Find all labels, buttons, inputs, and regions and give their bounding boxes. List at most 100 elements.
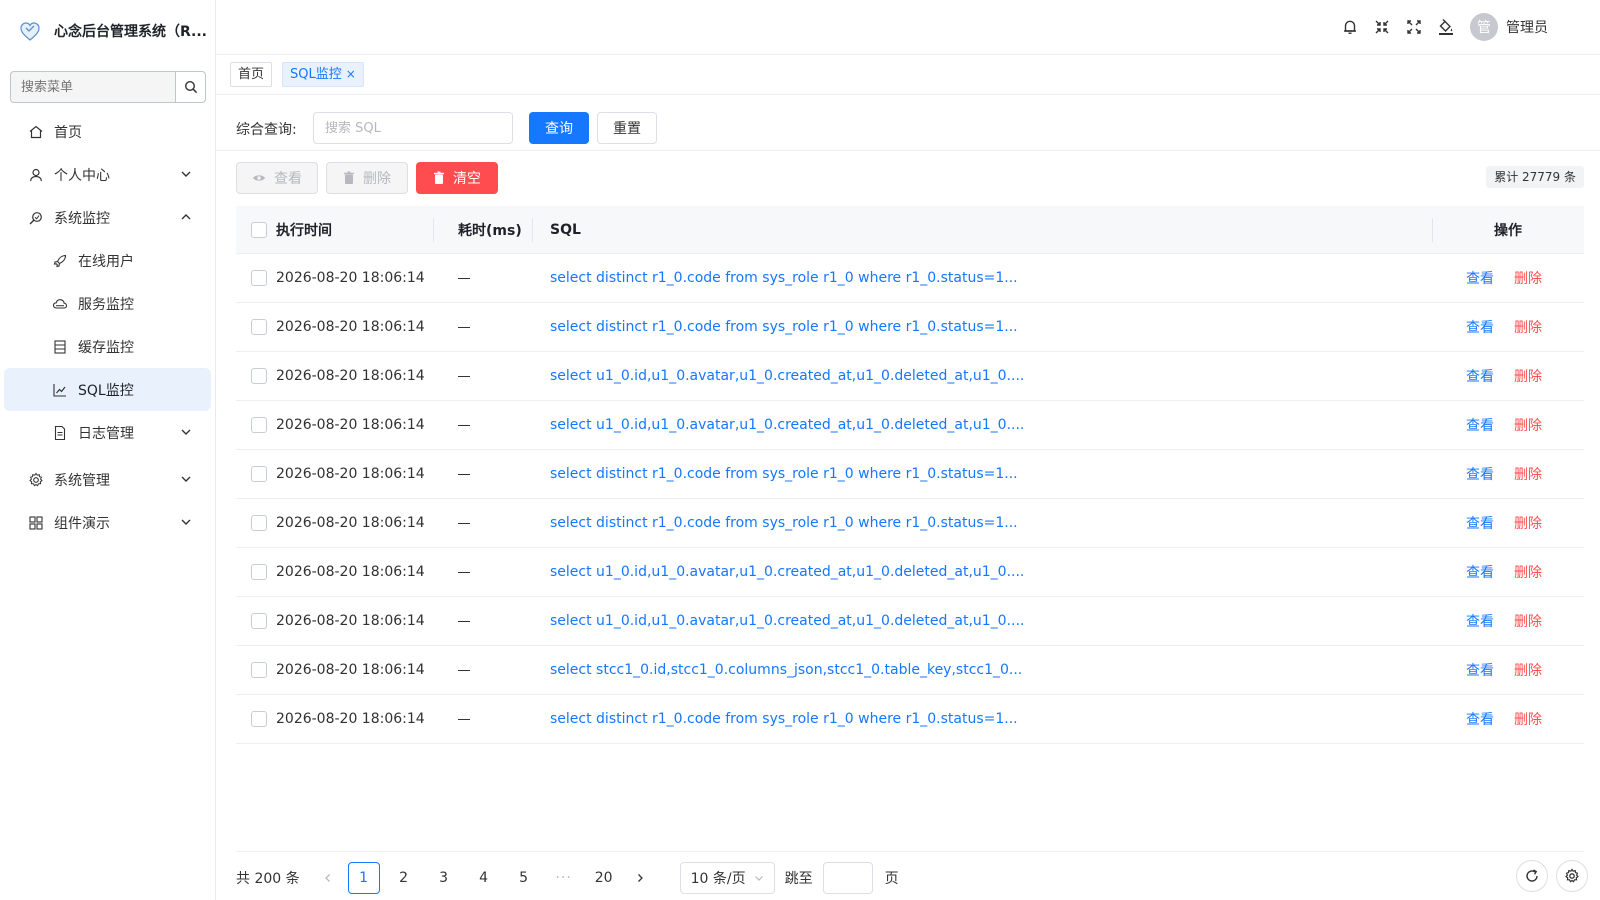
row-checkbox[interactable] [251, 662, 267, 678]
cell-sql-link[interactable]: select u1_0.id,u1_0.avatar,u1_0.created_… [540, 417, 1432, 433]
jump-page-input[interactable] [822, 862, 873, 894]
table-row[interactable]: 2026-08-20 18:06:14 select u1_0.id,u1_0.a… [236, 548, 1584, 597]
close-icon[interactable]: × [346, 67, 356, 81]
clear-button[interactable]: 清空 [416, 162, 498, 194]
sidebar-item-log-management[interactable]: 日志管理 [0, 411, 215, 454]
user-name[interactable]: 管理员 [1506, 17, 1548, 37]
view-link[interactable]: 查看 [1466, 663, 1494, 679]
cell-sql-link[interactable]: select u1_0.id,u1_0.avatar,u1_0.created_… [540, 613, 1432, 629]
cell-sql-link[interactable]: select distinct r1_0.code from sys_role … [540, 466, 1432, 482]
view-link[interactable]: 查看 [1466, 271, 1494, 287]
cell-time: 2026-08-20 18:06:14 [276, 515, 425, 531]
delete-link[interactable]: 删除 [1514, 516, 1542, 532]
table-row[interactable]: 2026-08-20 18:06:14 select u1_0.id,u1_0.a… [236, 401, 1584, 450]
view-link[interactable]: 查看 [1466, 712, 1494, 728]
refresh-button[interactable] [1516, 860, 1548, 892]
tab-sql-monitor[interactable]: SQL监控 × [282, 62, 364, 87]
sql-search-input[interactable] [313, 112, 513, 144]
theme-button[interactable] [1430, 13, 1462, 41]
cell-sql-link[interactable]: select distinct r1_0.code from sys_role … [540, 319, 1432, 335]
page-button[interactable]: 1 [347, 862, 380, 894]
gear-icon [1565, 868, 1579, 883]
view-link[interactable]: 查看 [1466, 418, 1494, 434]
cell-sql-link[interactable]: select distinct r1_0.code from sys_role … [540, 515, 1432, 531]
page-button[interactable]: 2 [388, 862, 420, 894]
page-size-select[interactable]: 10 条/页 [679, 862, 775, 894]
row-checkbox[interactable] [251, 515, 267, 531]
next-page-button[interactable] [624, 862, 656, 894]
column-header-cost[interactable]: 耗时(ms) [448, 220, 540, 240]
cell-actions: 查看 删除 [1432, 562, 1584, 582]
delete-link[interactable]: 删除 [1514, 369, 1542, 385]
cell-cost [448, 466, 540, 482]
page-button[interactable]: 4 [468, 862, 500, 894]
row-checkbox[interactable] [251, 613, 267, 629]
page-button[interactable]: 5 [508, 862, 540, 894]
fullscreen-button[interactable] [1366, 13, 1398, 41]
notification-button[interactable] [1334, 13, 1366, 41]
row-checkbox[interactable] [251, 270, 267, 286]
tab-home[interactable]: 首页 [230, 62, 273, 87]
sidebar-item-sql-monitor[interactable]: SQL监控 [4, 368, 211, 411]
search-button[interactable]: 查询 [529, 112, 589, 144]
row-checkbox[interactable] [251, 319, 267, 335]
sidebar-item-home[interactable]: 首页 [0, 110, 215, 153]
row-checkbox[interactable] [251, 368, 267, 384]
table-row[interactable]: 2026-08-20 18:06:14 select u1_0.id,u1_0.a… [236, 597, 1584, 646]
page-button[interactable]: 3 [428, 862, 460, 894]
prev-page-button[interactable] [312, 862, 344, 894]
cell-sql-link[interactable]: select distinct r1_0.code from sys_role … [540, 711, 1432, 727]
page-button[interactable]: 20 [588, 862, 620, 894]
row-checkbox[interactable] [251, 564, 267, 580]
cell-sql-link[interactable]: select distinct r1_0.code from sys_role … [540, 270, 1432, 286]
table-row[interactable]: 2026-08-20 18:06:14 select distinct r1_0.… [236, 450, 1584, 499]
row-checkbox[interactable] [251, 417, 267, 433]
sidebar-item-monitor[interactable]: 系统监控 [0, 196, 215, 239]
sidebar-item-profile[interactable]: 个人中心 [0, 153, 215, 196]
delete-link[interactable]: 删除 [1514, 614, 1542, 630]
menu-search-button[interactable] [175, 71, 206, 103]
sidebar-item-server-monitor[interactable]: 服务监控 [0, 282, 215, 325]
column-divider [433, 218, 434, 242]
view-link[interactable]: 查看 [1466, 565, 1494, 581]
page-ellipsis[interactable]: ··· [548, 870, 580, 886]
reset-button[interactable]: 重置 [597, 112, 657, 144]
delete-link[interactable]: 删除 [1514, 320, 1542, 336]
row-checkbox[interactable] [251, 466, 267, 482]
avatar[interactable]: 管 [1470, 13, 1498, 41]
sidebar-item-cache-monitor[interactable]: 缓存监控 [0, 325, 215, 368]
batch-view-button[interactable]: 查看 [236, 162, 318, 194]
select-all-checkbox[interactable] [251, 221, 267, 238]
sidebar-item-online-users[interactable]: 在线用户 [0, 239, 215, 282]
view-link[interactable]: 查看 [1466, 369, 1494, 385]
table-row[interactable]: 2026-08-20 18:06:14 select distinct r1_0.… [236, 303, 1584, 352]
view-link[interactable]: 查看 [1466, 467, 1494, 483]
delete-link[interactable]: 删除 [1514, 271, 1542, 287]
table-row[interactable]: 2026-08-20 18:06:14 select distinct r1_0.… [236, 254, 1584, 303]
delete-link[interactable]: 删除 [1514, 663, 1542, 679]
view-link[interactable]: 查看 [1466, 516, 1494, 532]
cell-sql-link[interactable]: select u1_0.id,u1_0.avatar,u1_0.created_… [540, 564, 1432, 580]
content-fullscreen-button[interactable] [1398, 13, 1430, 41]
sidebar-item-system-management[interactable]: 系统管理 [0, 458, 215, 501]
sidebar-item-label: 日志管理 [78, 425, 134, 442]
cell-sql-link[interactable]: select stcc1_0.id,stcc1_0.columns_json,s… [540, 662, 1432, 678]
column-header-time[interactable]: 执行时间 [276, 220, 448, 240]
delete-link[interactable]: 删除 [1514, 467, 1542, 483]
table-row[interactable]: 2026-08-20 18:06:14 select stcc1_0.id,stc… [236, 646, 1584, 695]
view-link[interactable]: 查看 [1466, 320, 1494, 336]
table-row[interactable]: 2026-08-20 18:06:14 select distinct r1_0.… [236, 695, 1584, 744]
delete-link[interactable]: 删除 [1514, 565, 1542, 581]
delete-link[interactable]: 删除 [1514, 712, 1542, 728]
table-row[interactable]: 2026-08-20 18:06:14 select distinct r1_0.… [236, 499, 1584, 548]
row-checkbox[interactable] [251, 711, 267, 727]
batch-delete-button[interactable]: 删除 [326, 162, 408, 194]
cell-sql-link[interactable]: select u1_0.id,u1_0.avatar,u1_0.created_… [540, 368, 1432, 384]
sidebar-item-component-demo[interactable]: 组件演示 [0, 501, 215, 544]
menu-search-input[interactable] [10, 71, 175, 103]
file-icon [52, 425, 68, 441]
column-settings-button[interactable] [1556, 860, 1588, 892]
delete-link[interactable]: 删除 [1514, 418, 1542, 434]
table-row[interactable]: 2026-08-20 18:06:14 select u1_0.id,u1_0.a… [236, 352, 1584, 401]
view-link[interactable]: 查看 [1466, 614, 1494, 630]
